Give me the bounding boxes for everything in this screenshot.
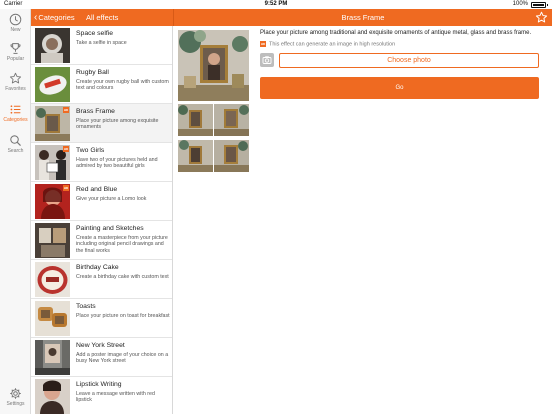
tab-settings[interactable]: Settings	[0, 387, 31, 415]
tab-label: Settings	[6, 401, 25, 407]
list-item-two-girls[interactable]: HD Two Girls Have two of your pictures h…	[31, 143, 172, 182]
effect-subtitle: Place your picture among exquisite ornam…	[76, 118, 159, 131]
gear-icon	[10, 388, 21, 399]
tab-new[interactable]: New	[0, 13, 31, 41]
tab-favorites[interactable]: Favorites	[0, 72, 31, 100]
effect-subtitle: Place your picture on toast for breakfas…	[76, 313, 170, 319]
tab-rail: New Popular Favorites Categories Search …	[0, 9, 31, 414]
list-item-birthday-cake[interactable]: Birthday Cake Create a birthday cake wit…	[31, 260, 172, 299]
choose-photo-button[interactable]: Choose photo	[279, 53, 539, 68]
battery-percentage: 100%	[512, 1, 528, 7]
list-item-space-selfie[interactable]: Space selfie Take a selfie in space	[31, 26, 172, 65]
example-thumbnail[interactable]	[178, 140, 213, 172]
list-item-rugby-ball[interactable]: Rugby Ball Create your own rugby ball wi…	[31, 65, 172, 104]
effect-title: Red and Blue	[76, 186, 118, 193]
effect-title: Lipstick Writing	[76, 381, 122, 388]
list-item-new-york-street[interactable]: New York Street Add a poster image of yo…	[31, 338, 172, 377]
hd-badge: HD	[260, 41, 266, 47]
effect-subtitle: Have two of your pictures held and admir…	[76, 157, 158, 170]
list-icon	[10, 105, 21, 114]
effect-title: Painting and Sketches	[76, 225, 144, 232]
effect-detail: Place your picture among traditional and…	[174, 26, 552, 414]
tab-label: Search	[7, 148, 24, 154]
hd-note-text: This effect can generate an image in hig…	[269, 41, 396, 48]
effect-title: Toasts	[76, 303, 96, 310]
effect-description: Place your picture among traditional and…	[260, 30, 532, 36]
thumbnail: HD	[35, 145, 70, 180]
thumbnail	[35, 379, 70, 414]
favorite-star-icon[interactable]	[535, 11, 548, 24]
effect-subtitle: Leave a message written with red lipstic…	[76, 391, 155, 404]
example-thumbnail[interactable]	[214, 140, 249, 172]
thumbnail	[35, 223, 70, 258]
hd-badge: HD	[63, 185, 69, 191]
list-title: All effects	[86, 13, 119, 22]
star-icon	[9, 72, 22, 84]
tab-label: New	[10, 27, 21, 33]
effect-subtitle: Create a birthday cake with custom text	[76, 274, 169, 280]
tab-categories[interactable]: Categories	[0, 103, 31, 131]
effect-title: Birthday Cake	[76, 264, 119, 271]
hd-badge: HD	[63, 146, 69, 152]
clock-icon	[9, 13, 22, 26]
thumbnail	[35, 67, 70, 102]
back-label: Categories	[38, 13, 75, 22]
effect-preview-image	[178, 30, 249, 101]
back-button[interactable]: ‹Categories	[34, 9, 75, 26]
effect-title: Space selfie	[76, 30, 114, 37]
status-bar: Carrier 9:52 PM 100%	[0, 0, 552, 9]
tab-popular[interactable]: Popular	[0, 42, 31, 70]
tab-search[interactable]: Search	[0, 134, 31, 162]
effects-list: Space selfie Take a selfie in space Rugb…	[31, 26, 173, 414]
tab-label: Categories	[3, 117, 28, 123]
effect-subtitle: Create a masterpiece from your picture i…	[76, 235, 168, 254]
thumbnail: HD	[35, 184, 70, 219]
go-button[interactable]: Go	[260, 77, 539, 99]
effect-title: New York Street	[76, 342, 125, 349]
thumbnail	[35, 340, 70, 375]
thumbnail	[35, 262, 70, 297]
thumbnail	[35, 301, 70, 336]
camera-icon	[262, 56, 272, 64]
effect-title: Brass Frame	[76, 108, 115, 115]
list-item-toasts[interactable]: Toasts Place your picture on toast for b…	[31, 299, 172, 338]
hd-note: HD This effect can generate an image in h…	[260, 41, 395, 47]
thumbnail	[35, 28, 70, 63]
example-thumbnail[interactable]	[178, 104, 213, 136]
list-item-red-and-blue[interactable]: HD Red and Blue Give your picture a Lomo…	[31, 182, 172, 221]
tab-label: Popular	[6, 56, 25, 62]
effect-subtitle: Give your picture a Lomo look	[76, 196, 147, 202]
effect-subtitle: Add a poster image of your choice on a b…	[76, 352, 169, 365]
list-item-brass-frame[interactable]: HD Brass Frame Place your picture among …	[31, 104, 172, 143]
search-icon	[10, 135, 21, 146]
hd-badge: HD	[63, 107, 69, 113]
effect-title: Two Girls	[76, 147, 105, 154]
thumbnail: HD	[35, 106, 70, 141]
effect-title: Rugby Ball	[76, 69, 109, 76]
trophy-icon	[10, 43, 21, 54]
chevron-left-icon: ‹	[34, 12, 38, 23]
example-thumbnail[interactable]	[214, 104, 249, 136]
effect-subtitle: Take a selfie in space	[76, 40, 127, 46]
camera-button[interactable]	[260, 53, 274, 67]
list-item-painting-and-sketches[interactable]: Painting and Sketches Create a masterpie…	[31, 221, 172, 260]
list-item-lipstick-writing[interactable]: Lipstick Writing Leave a message written…	[31, 377, 172, 414]
nav-header: ‹Categories All effects Brass Frame	[31, 9, 552, 26]
tab-label: Favorites	[5, 86, 26, 92]
battery-icon	[531, 2, 548, 8]
clock: 9:52 PM	[264, 1, 288, 7]
effect-subtitle: Create your own rugby ball with custom t…	[76, 79, 169, 92]
detail-title: Brass Frame	[341, 13, 385, 22]
